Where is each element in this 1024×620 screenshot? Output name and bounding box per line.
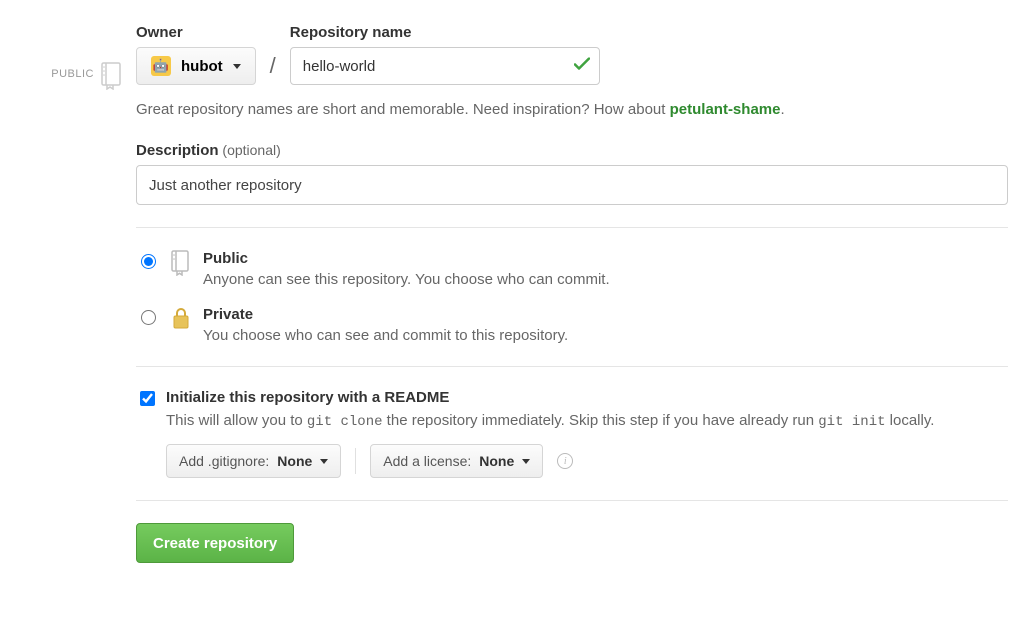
owner-dropdown[interactable]: 🤖 hubot: [136, 47, 256, 85]
chevron-down-icon: [522, 459, 530, 464]
chevron-down-icon: [320, 459, 328, 464]
separator: [136, 500, 1008, 501]
avatar: 🤖: [151, 56, 171, 76]
private-desc: You choose who can see and commit to thi…: [203, 327, 1008, 344]
public-desc: Anyone can see this repository. You choo…: [203, 271, 1008, 288]
public-title: Public: [203, 250, 1008, 267]
license-dropdown[interactable]: Add a license: None: [370, 444, 543, 478]
info-icon[interactable]: i: [557, 453, 573, 469]
public-label: PUBLIC: [51, 62, 94, 86]
repo-name-label: Repository name: [290, 24, 600, 41]
hint-text: Great repository names are short and mem…: [136, 101, 1008, 118]
repo-public-icon: [169, 250, 193, 276]
description-label: Description: [136, 142, 219, 159]
owner-label: Owner: [136, 24, 256, 41]
visibility-public-radio[interactable]: [141, 254, 156, 269]
visibility-private-radio[interactable]: [141, 310, 156, 325]
owner-name: hubot: [181, 58, 223, 75]
private-title: Private: [203, 306, 1008, 323]
chevron-down-icon: [233, 64, 241, 69]
suggestion-link[interactable]: petulant-shame: [670, 101, 781, 118]
init-readme-checkbox[interactable]: [140, 391, 155, 406]
optional-label: (optional): [222, 142, 280, 158]
lock-icon: [169, 306, 193, 330]
init-readme-desc: This will allow you to git clone the rep…: [166, 412, 934, 430]
repo-name-input[interactable]: [290, 47, 600, 85]
create-repository-button[interactable]: Create repository: [136, 523, 294, 563]
slash-separator: /: [266, 53, 280, 85]
separator: [355, 448, 356, 474]
check-icon: [574, 58, 590, 75]
gitignore-dropdown[interactable]: Add .gitignore: None: [166, 444, 341, 478]
repo-icon: [100, 62, 124, 90]
description-input[interactable]: [136, 165, 1008, 205]
separator: [136, 227, 1008, 228]
separator: [136, 366, 1008, 367]
init-readme-title: Initialize this repository with a README: [166, 389, 934, 406]
